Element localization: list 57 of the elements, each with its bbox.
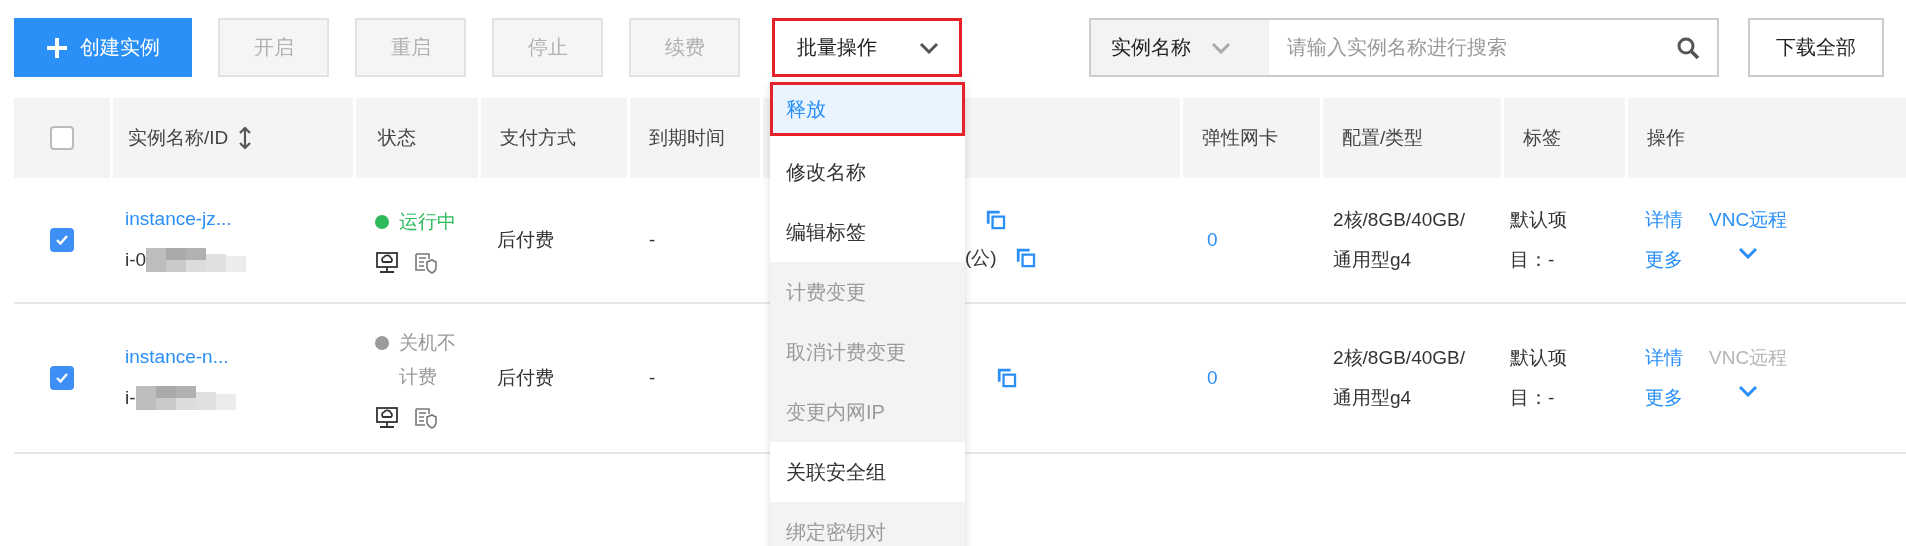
checkbox[interactable]: [50, 366, 74, 390]
column-header[interactable]: 实例名称/ID: [110, 98, 353, 178]
column-header: 标签: [1501, 98, 1625, 178]
more-link[interactable]: 更多: [1645, 247, 1683, 273]
menu-item[interactable]: 编辑标签: [770, 202, 965, 262]
detail-link[interactable]: 详情: [1645, 345, 1683, 371]
checkbox[interactable]: [50, 126, 74, 150]
copy-icon[interactable]: [1014, 247, 1037, 269]
detail-link[interactable]: 详情: [1645, 207, 1683, 233]
instance-id: i-: [125, 387, 136, 409]
config-text: 2核/8GB/40GB/通用型g4: [1332, 346, 1466, 410]
vnc-link[interactable]: VNC远程: [1709, 207, 1788, 233]
search-icon: [1676, 35, 1700, 60]
shield-server-icon: [413, 251, 437, 275]
copy-icon[interactable]: [985, 209, 1007, 231]
chevron-down-icon: [1738, 385, 1759, 397]
menu-item[interactable]: 释放: [770, 82, 965, 136]
create-button[interactable]: 创建实例: [14, 18, 192, 77]
nic-count-link[interactable]: 0: [1180, 229, 1218, 251]
copy-icon[interactable]: [996, 367, 1018, 389]
monitor-icon: [375, 251, 399, 275]
shield-server-icon: [413, 406, 437, 430]
column-header: 到期时间: [627, 98, 760, 178]
column-header: 支付方式: [478, 98, 627, 178]
instance-name-link[interactable]: instance-n...: [125, 346, 236, 368]
download-all-button[interactable]: 下载全部: [1748, 18, 1884, 77]
monitor-icon: [375, 406, 399, 430]
payment-type: 后付费: [497, 228, 554, 252]
status-text: 关机不计费: [399, 331, 457, 389]
nic-count-link[interactable]: 0: [1180, 367, 1218, 389]
more-link[interactable]: 更多: [1645, 385, 1683, 411]
ip-type-label: (公): [965, 246, 997, 270]
column-header: 操作: [1625, 98, 1906, 178]
instance-name-link[interactable]: instance-jz...: [125, 208, 247, 230]
tag-text: 默认项目：-: [1510, 346, 1568, 410]
payment-type: 后付费: [497, 366, 554, 390]
search-field-select[interactable]: 实例名称: [1089, 18, 1269, 77]
column-header: 弹性网卡: [1180, 98, 1320, 178]
menu-item[interactable]: 关联安全组: [770, 442, 965, 502]
menu-item[interactable]: 修改名称: [770, 142, 965, 202]
chevron-down-icon: [919, 41, 939, 54]
expire-time: -: [649, 229, 656, 251]
sort-icon[interactable]: [238, 127, 253, 149]
plus-icon: [46, 36, 68, 59]
expire-time: -: [649, 367, 656, 389]
chevron-down-icon: [1738, 247, 1759, 259]
search-field[interactable]: 请输入实例名称进行搜索: [1269, 18, 1659, 77]
tag-text: 默认项目：-: [1510, 208, 1568, 272]
column-header: 配置/类型: [1320, 98, 1501, 178]
status-text: 运行中: [399, 210, 457, 234]
config-text: 2核/8GB/40GB/通用型g4: [1332, 208, 1466, 272]
search-button[interactable]: [1659, 18, 1719, 77]
column-header: 状态: [353, 98, 478, 178]
checkbox[interactable]: [50, 228, 74, 252]
batch-actions-dropdown[interactable]: 批量操作: [772, 18, 962, 77]
instance-id: i-0: [125, 249, 147, 271]
chevron-down-icon: [1211, 41, 1231, 54]
